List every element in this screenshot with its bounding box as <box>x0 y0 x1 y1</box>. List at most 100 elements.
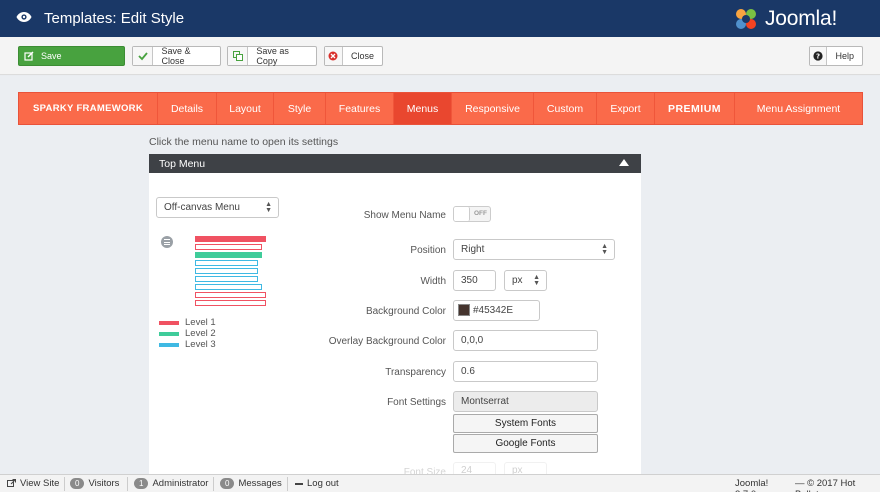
panel-title: Top Menu <box>159 157 206 170</box>
view-site-label: View Site <box>20 478 60 489</box>
background-color-label: Background Color <box>365 306 446 317</box>
status-bar: View Site 0 Visitors 1 Administrator 0 M… <box>0 474 880 492</box>
joomla-logo[interactable]: Joomla! <box>732 5 837 33</box>
legend-label: Level 1 <box>185 317 216 328</box>
color-swatch[interactable] <box>458 304 470 316</box>
overlay-background-color-input[interactable]: 0,0,0 <box>453 330 598 351</box>
page-title: Templates: Edit Style <box>44 10 185 27</box>
visitors-label: Visitors <box>88 478 120 489</box>
messages-indicator[interactable]: 0 Messages <box>220 478 282 489</box>
version-label: Joomla! 3.7.0 <box>735 478 769 492</box>
tab-premium[interactable]: PREMIUM <box>655 93 735 124</box>
overlay-background-color-value: 0,0,0 <box>461 335 484 346</box>
tab-custom[interactable]: Custom <box>534 93 597 124</box>
messages-label: Messages <box>238 478 282 489</box>
logout-link[interactable]: Log out <box>295 478 339 489</box>
copyright-label: — © 2017 Hot Ballet <box>794 478 856 492</box>
check-icon <box>133 47 154 65</box>
font-family-input[interactable]: Montserrat <box>453 391 598 412</box>
updown-arrow-icon: ▲ ▼ <box>533 274 540 287</box>
minus-icon <box>295 482 303 485</box>
position-select[interactable]: Right ▲ ▼ <box>453 239 615 260</box>
transparency-input[interactable]: 0.6 <box>453 361 598 382</box>
joomla-logo-icon <box>736 9 756 29</box>
tab-menu-assignment[interactable]: Menu Assignment <box>735 93 862 124</box>
admin-label: Administrator <box>152 478 209 489</box>
tab-export[interactable]: Export <box>597 93 655 124</box>
width-label: Width <box>420 276 446 287</box>
legend-level1: Level 1 <box>159 317 216 328</box>
eye-icon <box>16 11 32 26</box>
font-settings-label: Font Settings <box>387 397 446 408</box>
tab-menus[interactable]: Menus <box>394 93 452 124</box>
tab-style[interactable]: Style <box>274 93 326 124</box>
updown-arrow-icon: ▲ ▼ <box>601 243 608 256</box>
toggle-knob <box>454 207 470 221</box>
save-close-button[interactable]: Save & Close <box>132 46 221 66</box>
preview-level1-bar <box>195 236 266 242</box>
visitors-count-badge: 0 <box>70 478 85 489</box>
tab-responsive[interactable]: Responsive <box>452 93 534 124</box>
width-unit-select[interactable]: px ▲ ▼ <box>504 270 547 291</box>
copy-icon <box>228 47 249 65</box>
save-copy-button[interactable]: Save as Copy <box>227 46 317 66</box>
logout-label: Log out <box>307 478 339 489</box>
version-text: Joomla! 3.7.0 — © 2017 Hot Ballet <box>735 478 880 492</box>
legend-swatch <box>159 331 179 336</box>
preview-level3-bar <box>195 260 258 266</box>
font-size-input[interactable]: 24 <box>453 462 496 476</box>
position-label: Position <box>410 245 446 256</box>
show-menu-name-toggle[interactable]: OFF <box>453 206 491 222</box>
system-fonts-button[interactable]: System Fonts <box>453 414 598 433</box>
close-label: Close <box>350 51 374 61</box>
background-color-value: #45342E <box>473 305 514 316</box>
close-button[interactable]: Close <box>324 46 383 66</box>
close-circle-icon <box>325 47 343 65</box>
tab-features[interactable]: Features <box>326 93 394 124</box>
help-label: Help <box>835 51 854 61</box>
font-size-unit-select[interactable]: px <box>504 462 547 476</box>
legend-level2: Level 2 <box>159 328 216 339</box>
external-link-icon <box>7 479 16 487</box>
preview-level1-bar <box>195 292 266 298</box>
administrator-indicator[interactable]: 1 Administrator <box>134 478 208 489</box>
show-menu-name-label: Show Menu Name <box>363 210 446 221</box>
legend-level3: Level 3 <box>159 339 216 350</box>
help-button[interactable]: ? Help <box>809 46 863 66</box>
menu-hint-text: Click the menu name to open its settings <box>149 136 339 148</box>
save-button[interactable]: Save <box>18 46 125 66</box>
position-value: Right <box>461 244 485 255</box>
transparency-value: 0.6 <box>461 366 475 377</box>
toggle-state: OFF <box>474 210 487 217</box>
font-family-value: Montserrat <box>461 396 509 407</box>
save-label: Save <box>41 51 62 61</box>
visitors-indicator[interactable]: 0 Visitors <box>70 478 119 489</box>
save-copy-label: Save as Copy <box>256 46 289 66</box>
template-tabs: SPARKY FRAMEWORK Details Layout Style Fe… <box>18 92 863 125</box>
legend-label: Level 2 <box>185 328 216 339</box>
width-input[interactable]: 350 <box>453 270 496 291</box>
legend-swatch <box>159 320 179 325</box>
hamburger-icon <box>161 236 173 248</box>
save-close-label: Save & Close <box>161 46 191 66</box>
admin-count-badge: 1 <box>134 478 149 489</box>
toolbar: Save Save & Close Save as Copy Close ? H… <box>0 37 880 75</box>
tab-details[interactable]: Details <box>158 93 217 124</box>
transparency-label: Transparency <box>385 367 446 378</box>
tab-sparky-framework[interactable]: SPARKY FRAMEWORK <box>19 93 158 124</box>
overlay-background-color-label: Overlay Background Color <box>328 336 446 347</box>
preview-level3-bar <box>195 268 258 274</box>
tab-layout[interactable]: Layout <box>217 93 274 124</box>
google-fonts-button[interactable]: Google Fonts <box>453 434 598 453</box>
edit-icon <box>19 47 39 65</box>
width-unit-value: px <box>512 275 523 286</box>
caret-up-icon <box>619 159 629 166</box>
width-value: 350 <box>461 275 478 286</box>
messages-count-badge: 0 <box>220 478 235 489</box>
menu-type-value: Off-canvas Menu <box>164 202 240 213</box>
panel-header-top-menu[interactable]: Top Menu <box>149 154 641 173</box>
question-icon: ? <box>810 47 828 65</box>
joomla-logo-text: Joomla! <box>765 7 838 30</box>
view-site-link[interactable]: View Site <box>7 478 59 489</box>
legend-label: Level 3 <box>185 339 216 350</box>
